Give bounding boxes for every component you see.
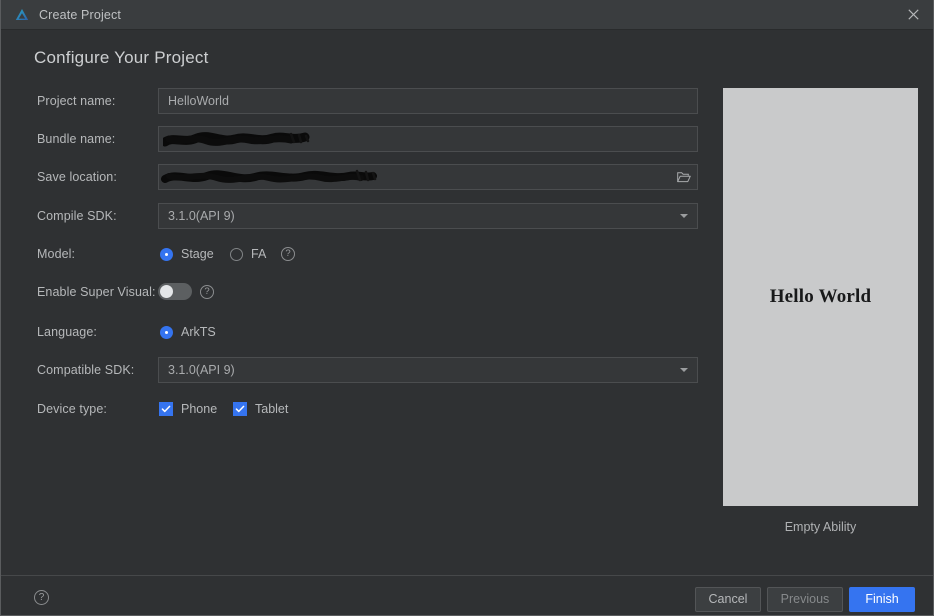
create-project-dialog: Create Project Configure Your Project Pr… — [0, 0, 934, 616]
project-name-label: Project name: — [37, 94, 116, 108]
chevron-down-icon — [680, 368, 688, 372]
project-name-input[interactable]: HelloWorld — [158, 88, 698, 114]
help-circle-icon: ? — [281, 247, 295, 261]
template-preview: Hello World Empty Ability — [723, 88, 918, 534]
model-stage-label: Stage — [181, 247, 214, 261]
dialog-footer: ? Cancel Previous Finish — [1, 575, 933, 615]
device-type-checkbox-tablet[interactable]: Tablet — [233, 396, 288, 422]
radio-unselected-icon — [230, 247, 243, 261]
save-location-label: Save location: — [37, 170, 117, 184]
model-help-button[interactable]: ? — [281, 241, 295, 267]
compatible-sdk-select[interactable]: 3.1.0(API 9) — [158, 357, 698, 383]
row-super-visual: Enable Super Visual: ? — [1, 279, 711, 305]
row-bundle-name: Bundle name: — [1, 126, 711, 152]
compatible-sdk-value: 3.1.0(API 9) — [168, 363, 235, 377]
cancel-button[interactable]: Cancel — [695, 587, 761, 612]
preview-screen: Hello World — [723, 88, 918, 506]
radio-selected-icon — [160, 247, 173, 261]
bundle-name-input[interactable] — [158, 126, 698, 152]
model-radio-fa[interactable]: FA — [230, 241, 266, 267]
compatible-sdk-label: Compatible SDK: — [37, 363, 135, 377]
dialog-titlebar: Create Project — [1, 0, 933, 30]
compile-sdk-select[interactable]: 3.1.0(API 9) — [158, 203, 698, 229]
device-phone-label: Phone — [181, 402, 218, 416]
row-model: Model: Stage FA ? — [1, 241, 711, 267]
project-name-value: HelloWorld — [168, 94, 229, 108]
language-arkts-label: ArkTS — [181, 325, 216, 339]
folder-open-icon[interactable] — [675, 168, 693, 186]
model-label: Model: — [37, 247, 76, 261]
compile-sdk-value: 3.1.0(API 9) — [168, 209, 235, 223]
model-radio-stage[interactable]: Stage — [160, 241, 214, 267]
previous-button[interactable]: Previous — [767, 587, 843, 612]
device-type-label: Device type: — [37, 402, 107, 416]
preview-caption: Empty Ability — [784, 520, 857, 534]
project-config-form: Project name: HelloWorld Bundle name: Sa… — [1, 30, 711, 575]
super-visual-toggle[interactable] — [158, 283, 192, 300]
radio-selected-icon — [160, 325, 173, 339]
language-label: Language: — [37, 325, 97, 339]
language-radio-arkts[interactable]: ArkTS — [160, 319, 216, 345]
save-location-redaction — [161, 169, 377, 183]
help-circle-icon: ? — [200, 285, 214, 299]
help-circle-icon[interactable]: ? — [34, 590, 49, 605]
deveco-logo-icon — [14, 7, 30, 23]
bundle-name-label: Bundle name: — [37, 132, 116, 146]
super-visual-help-button[interactable]: ? — [200, 279, 214, 305]
device-type-checkbox-phone[interactable]: Phone — [159, 396, 217, 422]
row-language: Language: ArkTS — [1, 319, 711, 345]
row-compatible-sdk: Compatible SDK: 3.1.0(API 9) — [1, 357, 711, 383]
preview-hello-text: Hello World — [769, 286, 872, 307]
chevron-down-icon — [680, 214, 688, 218]
checkbox-checked-icon — [233, 402, 247, 416]
finish-button[interactable]: Finish — [849, 587, 915, 612]
device-tablet-label: Tablet — [255, 402, 289, 416]
model-fa-label: FA — [251, 247, 267, 261]
close-icon[interactable] — [891, 0, 933, 29]
dialog-title: Create Project — [39, 8, 121, 22]
compile-sdk-label: Compile SDK: — [37, 209, 117, 223]
bundle-name-redaction — [163, 132, 310, 147]
row-project-name: Project name: HelloWorld — [1, 88, 711, 114]
row-compile-sdk: Compile SDK: 3.1.0(API 9) — [1, 203, 711, 229]
row-save-location: Save location: — [1, 164, 711, 190]
save-location-input[interactable] — [158, 164, 698, 190]
toggle-knob — [160, 285, 173, 298]
row-device-type: Device type: Phone Tablet — [1, 396, 711, 422]
checkbox-checked-icon — [159, 402, 173, 416]
dialog-content: Configure Your Project Project name: Hel… — [1, 30, 933, 575]
super-visual-label: Enable Super Visual: — [37, 285, 156, 299]
